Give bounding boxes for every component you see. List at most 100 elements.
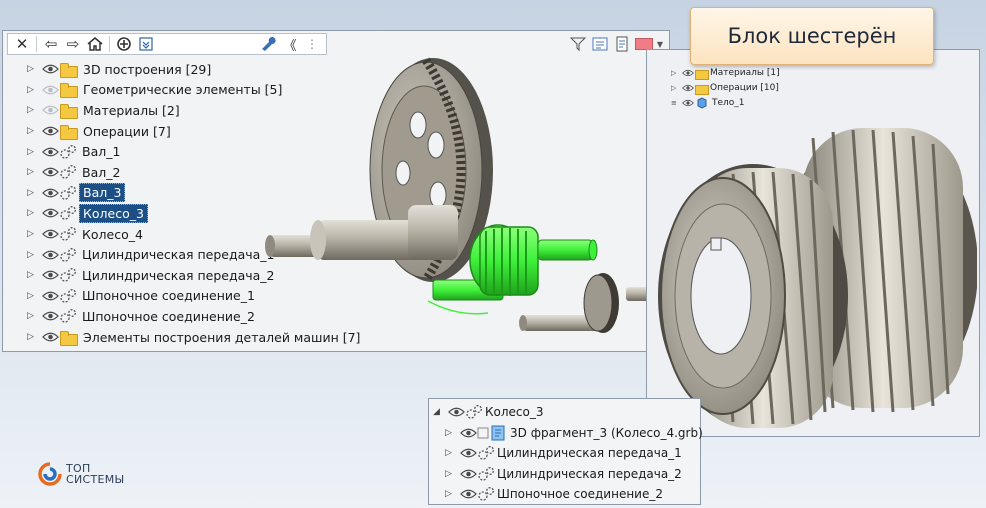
collapse-arrow-icon[interactable]: ◢: [433, 407, 445, 417]
forward-button[interactable]: ⇨: [62, 34, 84, 54]
visibility-eye-icon[interactable]: [41, 186, 59, 200]
visibility-eye-icon[interactable]: [41, 289, 59, 303]
settings-button[interactable]: [257, 34, 279, 54]
tree-item[interactable]: ▷ 3D фрагмент_3 (Колесо_4.grb): [433, 423, 703, 444]
visibility-eye-icon[interactable]: [41, 145, 59, 159]
tree-item[interactable]: ◢ Колесо_3: [433, 402, 703, 423]
expand-arrow-icon[interactable]: ▷: [27, 208, 39, 218]
chevron-down-icon[interactable]: ▼: [657, 40, 663, 49]
expand-arrow-icon[interactable]: ▷: [671, 84, 680, 92]
part-icon: [465, 404, 483, 420]
visibility-eye-icon[interactable]: [459, 426, 477, 440]
tree-item-label: Колесо_3: [79, 203, 148, 223]
expand-arrow-icon[interactable]: ▷: [27, 64, 39, 74]
tree-item[interactable]: ≡ Тело_1: [671, 95, 780, 110]
tree-item[interactable]: ▷ Материалы [1]: [671, 65, 780, 80]
visibility-eye-icon[interactable]: [459, 446, 477, 460]
toolbar: ✕ ⇦ ⇨ 《 ⋮ ▼: [3, 31, 669, 57]
close-button[interactable]: ✕: [11, 34, 33, 54]
chevron-down-box-icon: [139, 37, 153, 51]
small-gear: [519, 273, 666, 333]
tree-item-label: Материалы [1]: [710, 67, 780, 78]
folder-icon: [60, 62, 78, 78]
part-icon: [59, 308, 77, 324]
filter-icon[interactable]: [569, 36, 587, 52]
drag-handle-icon[interactable]: ≡: [671, 99, 680, 107]
visibility-eye-icon[interactable]: [41, 165, 59, 179]
expand-arrow-icon[interactable]: ▷: [27, 126, 39, 136]
part-icon: [59, 205, 77, 221]
expand-arrow-icon[interactable]: ▷: [27, 311, 39, 321]
tree-item-label: Цилиндрическая передача_2: [82, 267, 275, 283]
more-icon[interactable]: ⋮: [301, 34, 323, 54]
expand-arrow-icon[interactable]: ▷: [27, 250, 39, 260]
tree-item[interactable]: ▷ Шпоночное соединение_2: [433, 484, 703, 505]
gear-block-tree: ▷ Материалы [1] ▷ Операции [10] ≡ Тело_1: [671, 65, 780, 110]
part-icon: [477, 486, 495, 502]
wrench-icon: [262, 37, 276, 51]
expand-arrow-icon[interactable]: ▷: [445, 489, 457, 499]
expand-arrow-icon[interactable]: ▷: [27, 85, 39, 95]
3d-viewport[interactable]: [258, 55, 670, 352]
logo-line-2: СИСТЕМЫ: [66, 473, 125, 486]
folder-icon: [60, 103, 78, 119]
list-filter-icon[interactable]: [591, 36, 609, 52]
expand-arrow-icon[interactable]: ▷: [27, 291, 39, 301]
expand-arrow-icon[interactable]: ▷: [445, 428, 457, 438]
page-filter-icon[interactable]: [613, 36, 631, 52]
tree-item-label: Шпоночное соединение_1: [82, 288, 255, 304]
expand-arrow-icon[interactable]: ▷: [27, 188, 39, 198]
expand-arrow-icon[interactable]: ▷: [27, 167, 39, 177]
visibility-eye-icon[interactable]: [41, 330, 59, 344]
logo-mark-icon: [38, 462, 62, 486]
tree-item[interactable]: ▷ Цилиндрическая передача_2: [433, 464, 703, 485]
visibility-eye-icon[interactable]: [41, 268, 59, 282]
folder-icon: [60, 83, 78, 99]
expand-arrow-icon[interactable]: ▷: [445, 448, 457, 458]
visibility-eye-icon[interactable]: [681, 68, 694, 78]
home-button[interactable]: [84, 34, 106, 54]
expand-arrow-icon[interactable]: ▷: [445, 469, 457, 479]
visibility-eye-icon[interactable]: [41, 103, 59, 117]
visibility-eye-icon[interactable]: [681, 98, 694, 108]
visibility-eye-icon[interactable]: [41, 309, 59, 323]
visibility-eye-icon[interactable]: [681, 83, 694, 93]
tree-item-label: Материалы [2]: [83, 102, 180, 118]
tree-item-label: Шпоночное соединение_2: [497, 487, 663, 502]
visibility-eye-icon[interactable]: [41, 227, 59, 241]
wheel-tree-panel: ◢ Колесо_3 ▷ 3D фрагмент_3 (Колесо_4.grb) ▷ Ц…: [428, 398, 703, 505]
fragment-icon: [477, 425, 505, 441]
filter-down-button[interactable]: [135, 34, 157, 54]
expand-arrow-icon[interactable]: ▷: [27, 147, 39, 157]
company-logo: ТОП СИСТЕМЫ: [37, 461, 125, 487]
visibility-eye-icon[interactable]: [41, 124, 59, 138]
tree-item[interactable]: ▷ Цилиндрическая передача_1: [433, 443, 703, 464]
expand-arrow-icon[interactable]: ▷: [27, 105, 39, 115]
tree-item-label: Геометрические элементы [5]: [83, 82, 283, 98]
expand-arrow-icon[interactable]: ▷: [27, 332, 39, 342]
back-button[interactable]: ⇦: [40, 34, 62, 54]
visibility-eye-icon[interactable]: [41, 83, 59, 97]
expand-arrow-icon[interactable]: ▷: [27, 270, 39, 280]
folder-icon: [695, 68, 709, 80]
expand-arrow-icon[interactable]: ▷: [27, 229, 39, 239]
target-button[interactable]: [113, 34, 135, 54]
tree-item[interactable]: ▷ Операции [10]: [671, 80, 780, 95]
home-icon: [87, 37, 103, 51]
visibility-eye-icon[interactable]: [41, 206, 59, 220]
tree-item-label: Цилиндрическая передача_1: [82, 247, 275, 263]
tree-item-label: Вал_1: [82, 144, 121, 160]
visibility-eye-icon[interactable]: [447, 405, 465, 419]
expand-arrow-icon[interactable]: ▷: [671, 69, 680, 77]
collapse-button[interactable]: 《: [279, 34, 301, 54]
visibility-eye-icon[interactable]: [459, 487, 477, 501]
folder-icon: [695, 83, 709, 95]
tree-item-label: Операции [7]: [83, 123, 171, 139]
tree-item-label: Тело_1: [712, 97, 745, 108]
part-icon: [59, 267, 77, 283]
visibility-eye-icon[interactable]: [41, 248, 59, 262]
gear-block-viewport[interactable]: [653, 118, 977, 436]
visibility-eye-icon[interactable]: [41, 62, 59, 76]
visibility-eye-icon[interactable]: [459, 467, 477, 481]
part-icon: [59, 288, 77, 304]
